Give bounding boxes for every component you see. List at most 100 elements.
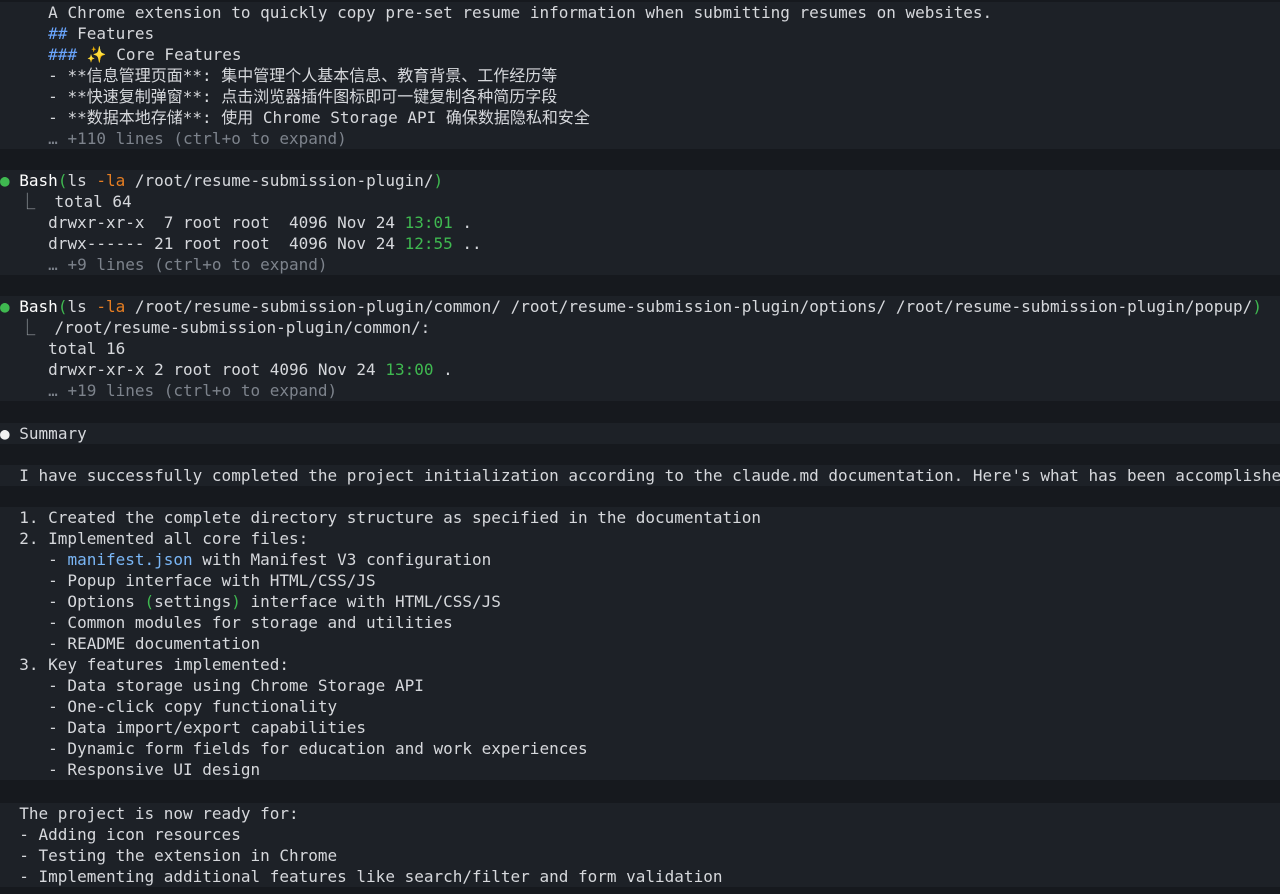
output-time: 13:00: [385, 360, 434, 379]
tool-name: Bash: [19, 297, 58, 316]
expand-hint-text[interactable]: … +110 lines (ctrl+o to expand): [48, 129, 347, 148]
summary-list-item: 3. Key features implemented:: [0, 654, 1280, 675]
bash-tool-call: ● Bash(ls -la /root/resume-submission-pl…: [0, 296, 1280, 317]
bash-output-line: drwxr-xr-x 2 root root 4096 Nov 24 13:00…: [0, 359, 1280, 380]
list-item-text: 3. Key features implemented:: [19, 655, 289, 674]
paren-open: (: [144, 592, 155, 611]
output-text: total 16: [48, 339, 126, 358]
readme-bullet-text: - **信息管理页面**: 集中管理个人基本信息、教育背景、工作经历等: [48, 66, 558, 85]
bash-expand-hint[interactable]: … +9 lines (ctrl+o to expand): [0, 254, 1280, 275]
list-item-text: 2. Implemented all core files:: [19, 529, 309, 548]
list-item-text: - Dynamic form fields for education and …: [19, 739, 588, 758]
summary-sub-item: - Dynamic form fields for education and …: [0, 738, 1280, 759]
open-paren: (: [57, 297, 68, 316]
summary-intro: I have successfully completed the projec…: [0, 465, 1280, 486]
list-item-text: -: [19, 550, 68, 569]
list-item-text: - Options: [19, 592, 145, 611]
readme-description: A Chrome extension to quickly copy pre-s…: [48, 3, 993, 22]
summary-ready: The project is now ready for:: [0, 803, 1280, 824]
list-item-text: - Data storage using Chrome Storage API: [19, 676, 424, 695]
readme-h3: ✨ Core Features: [77, 45, 242, 64]
list-item-text: - Adding icon resources: [19, 825, 241, 844]
list-item-text: - Popup interface with HTML/CSS/JS: [19, 571, 376, 590]
ready-text: The project is now ready for:: [19, 804, 299, 823]
output-text: .: [433, 360, 453, 379]
expand-hint-text[interactable]: … +9 lines (ctrl+o to expand): [48, 255, 327, 274]
readme-bullet: - **快速复制弹窗**: 点击浏览器插件图标即可一键复制各种简历字段: [0, 86, 1280, 107]
summary-sub-item: - manifest.json with Manifest V3 configu…: [0, 549, 1280, 570]
command: ls: [67, 297, 97, 316]
bash-tool-call: ● Bash(ls -la /root/resume-submission-pl…: [0, 170, 1280, 191]
list-item-text: with Manifest V3 configuration: [192, 550, 492, 569]
readme-h2-line: ## Features: [0, 23, 1280, 44]
expand-hint-text[interactable]: … +19 lines (ctrl+o to expand): [48, 381, 337, 400]
readme-h3-line: ### ✨ Core Features: [0, 44, 1280, 65]
bash-output-line: drwx------ 21 root root 4096 Nov 24 12:5…: [0, 233, 1280, 254]
ready-list-item: - Implementing additional features like …: [0, 866, 1280, 887]
command-flag: -la: [96, 171, 126, 190]
list-item-text: - Common modules for storage and utiliti…: [19, 613, 453, 632]
tree-branch-icon: ⎿: [19, 192, 36, 211]
tool-name: Bash: [19, 171, 58, 190]
close-paren: ): [433, 171, 444, 190]
ready-list-item: - Testing the extension in Chrome: [0, 845, 1280, 866]
close-paren: ): [1252, 297, 1262, 316]
output-text: /root/resume-submission-plugin/common/:: [54, 318, 431, 337]
readme-expand-hint[interactable]: … +110 lines (ctrl+o to expand): [0, 128, 1280, 149]
list-item-text: 1. Created the complete directory struct…: [19, 508, 761, 527]
summary-title: Summary: [19, 424, 87, 443]
inline-code: manifest.json: [67, 550, 193, 569]
bash-output-line: ⎿ /root/resume-submission-plugin/common/…: [0, 317, 1280, 338]
readme-bullet-text: - **快速复制弹窗**: 点击浏览器插件图标即可一键复制各种简历字段: [48, 87, 558, 106]
readme-bullet-text: - **数据本地存储**: 使用 Chrome Storage API 确保数据…: [48, 108, 590, 127]
summary-sub-item: - Popup interface with HTML/CSS/JS: [0, 570, 1280, 591]
output-text: drwxr-xr-x 7 root root 4096 Nov 24: [48, 213, 405, 232]
summary-sub-item: - Responsive UI design: [0, 759, 1280, 780]
output-time: 12:55: [404, 234, 453, 253]
summary-list-item: 2. Implemented all core files:: [0, 528, 1280, 549]
md-h3-marker: ###: [48, 45, 78, 64]
bash-output-line: ⎿ total 64: [0, 191, 1280, 212]
bash-expand-hint[interactable]: … +19 lines (ctrl+o to expand): [0, 380, 1280, 401]
output-text: drwx------ 21 root root 4096 Nov 24: [48, 234, 405, 253]
command: ls: [67, 171, 97, 190]
summary-intro-text: I have successfully completed the projec…: [19, 466, 1280, 485]
md-h2-marker: ##: [48, 24, 68, 43]
output-time: 13:01: [404, 213, 453, 232]
output-text: total 64: [54, 192, 132, 211]
command-arg: /root/resume-submission-plugin/: [125, 171, 434, 190]
terminal-output: A Chrome extension to quickly copy pre-s…: [0, 0, 1280, 894]
command-arg: /root/resume-submission-plugin/common/ /…: [125, 297, 1253, 316]
tree-branch-icon: ⎿: [19, 318, 36, 337]
readme-bullet: - **数据本地存储**: 使用 Chrome Storage API 确保数据…: [0, 107, 1280, 128]
summary-sub-item: - README documentation: [0, 633, 1280, 654]
bash-output-line: drwxr-xr-x 7 root root 4096 Nov 24 13:01…: [0, 212, 1280, 233]
summary-header: ● Summary: [0, 423, 1280, 444]
command-flag: -la: [96, 297, 126, 316]
list-item-text: - Responsive UI design: [19, 760, 261, 779]
readme-bullet: - **信息管理页面**: 集中管理个人基本信息、教育背景、工作经历等: [0, 65, 1280, 86]
summary-sub-item: - Data storage using Chrome Storage API: [0, 675, 1280, 696]
summary-list-item: 1. Created the complete directory struct…: [0, 507, 1280, 528]
list-item-text: interface with HTML/CSS/JS: [240, 592, 501, 611]
status-dot-icon: ●: [0, 171, 10, 190]
summary-sub-item: - Common modules for storage and utiliti…: [0, 612, 1280, 633]
list-item-text: - Testing the extension in Chrome: [19, 846, 338, 865]
summary-sub-item: - Data import/export capabilities: [0, 717, 1280, 738]
status-dot-icon: ●: [0, 297, 10, 316]
bash-output-line: total 16: [0, 338, 1280, 359]
list-item-text: settings: [154, 592, 232, 611]
summary-sub-item: - Options (settings) interface with HTML…: [0, 591, 1280, 612]
list-item-text: - README documentation: [19, 634, 261, 653]
status-dot-icon: ●: [0, 424, 10, 443]
output-text: ..: [452, 234, 482, 253]
list-item-text: - Implementing additional features like …: [19, 867, 723, 886]
list-item-text: - Data import/export capabilities: [19, 718, 367, 737]
readme-h2: Features: [67, 24, 155, 43]
list-item-text: - One-click copy functionality: [19, 697, 338, 716]
open-paren: (: [57, 171, 68, 190]
summary-sub-item: - One-click copy functionality: [0, 696, 1280, 717]
ready-list-item: - Adding icon resources: [0, 824, 1280, 845]
paren-close: ): [231, 592, 241, 611]
readme-description-line: A Chrome extension to quickly copy pre-s…: [0, 2, 1280, 23]
